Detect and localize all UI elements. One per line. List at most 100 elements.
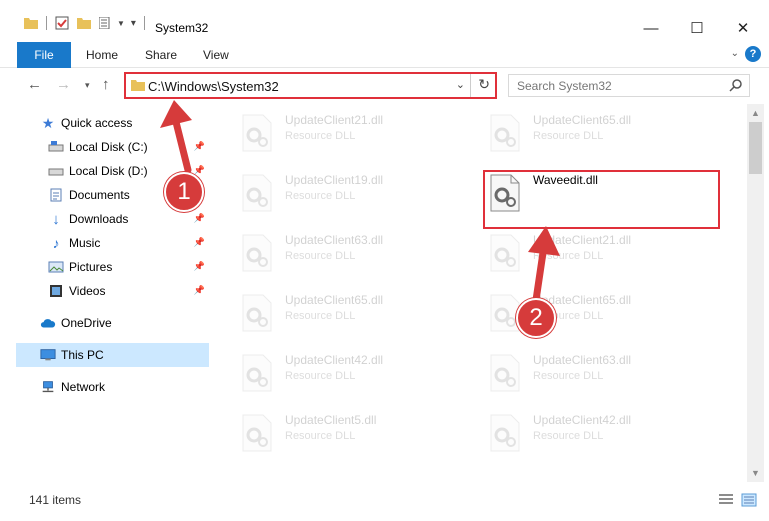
file-list: UpdateClient21.dll Resource DLL UpdateCl… [212, 104, 746, 482]
file-item[interactable]: UpdateClient19.dll Resource DLL [237, 171, 467, 215]
window-title: System32 [155, 21, 209, 35]
search-input[interactable]: Search System32 [508, 74, 750, 97]
quick-access-toolbar: ▼ ▾ [24, 16, 153, 30]
minimize-button[interactable]: — [628, 14, 674, 42]
file-item[interactable]: UpdateClient5.dll Resource DLL [237, 411, 467, 455]
back-arrow-icon[interactable]: ← [27, 76, 42, 93]
sidebar-item-label: Pictures [69, 260, 113, 274]
drive-icon [48, 168, 64, 176]
scrollbar-thumb[interactable] [749, 122, 762, 174]
pin-icon[interactable]: 📌 [194, 237, 205, 248]
file-type: Resource DLL [285, 310, 356, 322]
sidebar-item-videos[interactable]: Videos 📌 [16, 279, 209, 303]
document-icon [50, 188, 62, 202]
file-type: Resource DLL [285, 250, 356, 262]
pin-icon[interactable]: 📌 [194, 165, 205, 176]
sidebar-item-label: Downloads [69, 212, 129, 226]
file-name: UpdateClient21.dll [533, 233, 632, 247]
sidebar-item-this-pc[interactable]: This PC [16, 343, 209, 367]
file-name: UpdateClient21.dll [285, 113, 384, 127]
sidebar-item-pictures[interactable]: Pictures 📌 [16, 255, 209, 279]
toolbar-divider [143, 16, 145, 30]
large-icons-view-icon[interactable] [741, 493, 757, 507]
sidebar-item-label: This PC [61, 348, 104, 362]
pin-icon[interactable]: 📌 [194, 285, 205, 296]
callout-step-2: 2 [516, 298, 556, 338]
folder-icon[interactable] [24, 17, 38, 29]
tab-share[interactable]: Share [145, 48, 177, 62]
file-item[interactable]: UpdateClient65.dll Resource DLL [237, 291, 467, 335]
vertical-scrollbar[interactable]: ▲ ▼ [747, 104, 764, 482]
navigation-bar: ← → ▾ ↑ C:\Windows\System32 ⌄ ↻ Search S… [0, 68, 769, 104]
refresh-icon[interactable]: ↻ [478, 76, 490, 93]
tab-file[interactable]: File [17, 42, 71, 68]
tab-home[interactable]: Home [86, 48, 118, 62]
file-item[interactable]: UpdateClient63.dll Resource DLL [237, 231, 467, 275]
sidebar-item-label: Local Disk (C:) [69, 140, 148, 154]
file-name: UpdateClient42.dll [533, 413, 632, 427]
dll-file-icon [242, 294, 272, 332]
network-icon [42, 381, 54, 393]
help-icon[interactable]: ? [745, 46, 761, 62]
chevron-down-icon[interactable]: ⌄ [456, 78, 465, 91]
address-path[interactable]: C:\Windows\System32 [148, 79, 279, 94]
dll-file-icon [242, 114, 272, 152]
dll-file-icon [490, 354, 520, 392]
expand-ribbon-icon[interactable]: ⌄ [731, 48, 739, 59]
recent-locations-icon[interactable]: ▾ [85, 80, 90, 91]
details-view-icon[interactable] [718, 493, 734, 507]
pin-icon[interactable]: 📌 [194, 213, 205, 224]
title-bar: ▼ ▾ System32 — ☐ ✕ [0, 0, 769, 42]
file-name: UpdateClient42.dll [285, 353, 384, 367]
sidebar-item-label: Music [69, 236, 101, 250]
file-name: UpdateClient65.dll [285, 293, 384, 307]
maximize-button[interactable]: ☐ [674, 14, 720, 42]
forward-arrow-icon[interactable]: → [56, 76, 71, 93]
pin-icon[interactable]: 📌 [194, 261, 205, 272]
file-item[interactable]: UpdateClient21.dll Resource DLL [485, 231, 715, 275]
pictures-icon [48, 261, 64, 273]
sidebar-item-local-disk-c[interactable]: Local Disk (C:) 📌 [16, 135, 209, 159]
file-item[interactable]: UpdateClient65.dll Resource DLL [485, 111, 715, 155]
sidebar-item-label: Quick access [61, 116, 133, 130]
scroll-up-icon[interactable]: ▲ [751, 108, 760, 118]
scroll-down-icon[interactable]: ▼ [751, 468, 760, 478]
navigation-pane: ★ Quick access Local Disk (C:) 📌 Local D… [0, 104, 212, 482]
music-icon: ♪ [52, 235, 60, 251]
address-bar[interactable]: C:\Windows\System32 ⌄ ↻ [124, 72, 497, 99]
file-type: Resource DLL [285, 430, 356, 442]
sidebar-item-network[interactable]: Network [16, 375, 209, 399]
file-name: UpdateClient65.dll [533, 113, 632, 127]
callout-step-1: 1 [164, 172, 204, 212]
computer-icon [40, 349, 56, 361]
pin-icon[interactable]: 📌 [194, 141, 205, 152]
up-arrow-icon[interactable]: ↑ [102, 76, 110, 93]
customize-icon[interactable] [99, 17, 115, 29]
new-folder-icon[interactable] [77, 17, 91, 29]
sidebar-item-label: OneDrive [61, 316, 112, 330]
sidebar-item-quick-access[interactable]: ★ Quick access [16, 111, 209, 135]
tab-view[interactable]: View [203, 48, 229, 62]
qat-dropdown-icon[interactable]: ▾ [131, 18, 136, 29]
annotation-highlight-box [483, 170, 720, 229]
folder-icon [131, 80, 145, 91]
sidebar-item-music[interactable]: ♪ Music 📌 [16, 231, 209, 255]
properties-icon[interactable] [55, 16, 69, 30]
dll-file-icon [490, 114, 520, 152]
ribbon-tabs: File Home Share View ⌄ ? [0, 42, 769, 68]
close-button[interactable]: ✕ [720, 14, 766, 42]
toolbar-divider [46, 16, 47, 30]
file-item[interactable]: UpdateClient21.dll Resource DLL [237, 111, 467, 155]
file-item[interactable]: UpdateClient42.dll Resource DLL [485, 411, 715, 455]
file-type: Resource DLL [533, 370, 604, 382]
chevron-down-icon[interactable]: ▼ [117, 19, 125, 28]
file-item[interactable]: UpdateClient42.dll Resource DLL [237, 351, 467, 395]
file-item[interactable]: UpdateClient63.dll Resource DLL [485, 351, 715, 395]
dll-file-icon [490, 234, 520, 272]
sidebar-item-onedrive[interactable]: OneDrive [16, 311, 209, 335]
search-icon[interactable] [729, 78, 743, 92]
cloud-icon [40, 319, 56, 328]
file-name: UpdateClient63.dll [285, 233, 384, 247]
sidebar-item-label: Videos [69, 284, 106, 298]
dll-file-icon [242, 234, 272, 272]
